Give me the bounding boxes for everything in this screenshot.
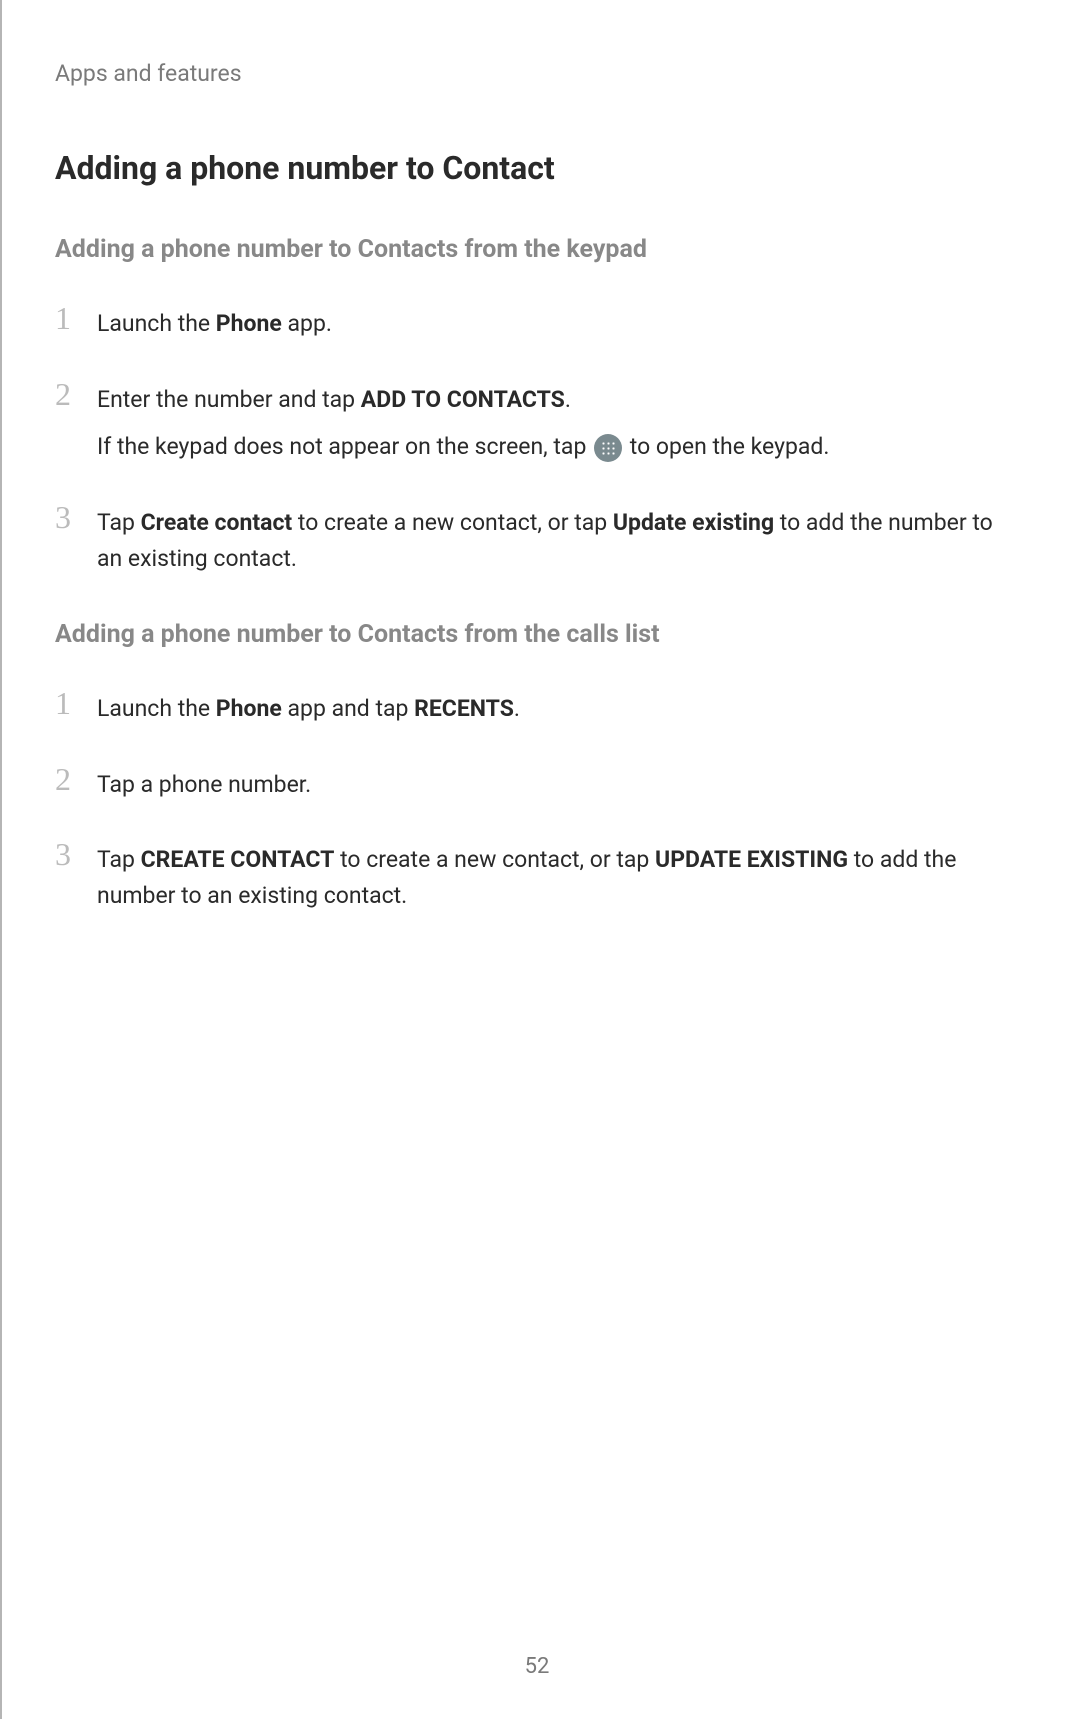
- bold-text: UPDATE EXISTING: [655, 846, 848, 873]
- text: to create a new contact, or tap: [334, 846, 655, 873]
- step-number: 2: [55, 763, 81, 795]
- step-content: Tap Create contact to create a new conta…: [97, 501, 1019, 576]
- step-number: 1: [55, 302, 81, 334]
- step-main-line: Tap a phone number.: [97, 767, 1019, 803]
- step-item: 1 Launch the Phone app and tap RECENTS.: [55, 687, 1019, 727]
- section2-heading: Adding a phone number to Contacts from t…: [55, 620, 1019, 649]
- bold-text: CREATE CONTACT: [141, 846, 335, 873]
- keypad-icon: [594, 434, 622, 462]
- step-item: 2 Tap a phone number.: [55, 763, 1019, 803]
- section1-heading: Adding a phone number to Contacts from t…: [55, 235, 1019, 264]
- text: Tap: [97, 846, 141, 873]
- bold-text: Update existing: [613, 509, 774, 536]
- text: app.: [282, 310, 332, 337]
- step-content: Tap a phone number.: [97, 763, 1019, 803]
- step-number: 3: [55, 838, 81, 870]
- step-item: 3 Tap CREATE CONTACT to create a new cont…: [55, 838, 1019, 913]
- bold-text: Phone: [216, 310, 282, 337]
- page-number: 52: [525, 1654, 550, 1679]
- text: Enter the number and tap: [97, 386, 361, 413]
- step-content: Enter the number and tap ADD TO CONTACTS…: [97, 378, 1019, 465]
- step-main-line: Enter the number and tap ADD TO CONTACTS…: [97, 382, 1019, 418]
- page-left-border: [0, 0, 2, 1719]
- section2-steps: 1Launch the Phone app and tap RECENTS.2T…: [55, 687, 1019, 914]
- section1-steps: 1 Launch the Phone app. 2 Enter the number …: [55, 302, 1019, 576]
- step-main-line: Tap Create contact to create a new conta…: [97, 505, 1019, 576]
- step-number: 2: [55, 378, 81, 410]
- text: app and tap: [282, 695, 414, 722]
- step-content: Tap CREATE CONTACT to create a new conta…: [97, 838, 1019, 913]
- step-main-line: Tap CREATE CONTACT to create a new conta…: [97, 842, 1019, 913]
- text: Tap a phone number.: [97, 771, 311, 798]
- main-heading: Adding a phone number to Contact: [55, 149, 1019, 187]
- bold-text: Create contact: [141, 509, 293, 536]
- step-number: 1: [55, 687, 81, 719]
- text: Tap: [97, 509, 141, 536]
- bold-text: ADD TO CONTACTS: [361, 386, 565, 413]
- text: to open the keypad.: [624, 433, 829, 460]
- step-item: 2 Enter the number and tap ADD TO CONTACT…: [55, 378, 1019, 465]
- text: to create a new contact, or tap: [292, 509, 613, 536]
- text: Launch the: [97, 695, 216, 722]
- bold-text: Phone: [216, 695, 282, 722]
- step-content: Launch the Phone app.: [97, 302, 1019, 342]
- step-number: 3: [55, 501, 81, 533]
- bold-text: RECENTS: [414, 695, 514, 722]
- step-main-line: Launch the Phone app and tap RECENTS.: [97, 691, 1019, 727]
- text: If the keypad does not appear on the scr…: [97, 433, 592, 460]
- step-sub-line: If the keypad does not appear on the scr…: [97, 429, 1019, 465]
- text: .: [514, 695, 520, 722]
- step-item: 3 Tap Create contact to create a new cont…: [55, 501, 1019, 576]
- step-item: 1 Launch the Phone app.: [55, 302, 1019, 342]
- header-section: Apps and features: [55, 60, 1019, 87]
- step-content: Launch the Phone app and tap RECENTS.: [97, 687, 1019, 727]
- text: Launch the: [97, 310, 216, 337]
- text: .: [565, 386, 571, 413]
- step-main-line: Launch the Phone app.: [97, 306, 1019, 342]
